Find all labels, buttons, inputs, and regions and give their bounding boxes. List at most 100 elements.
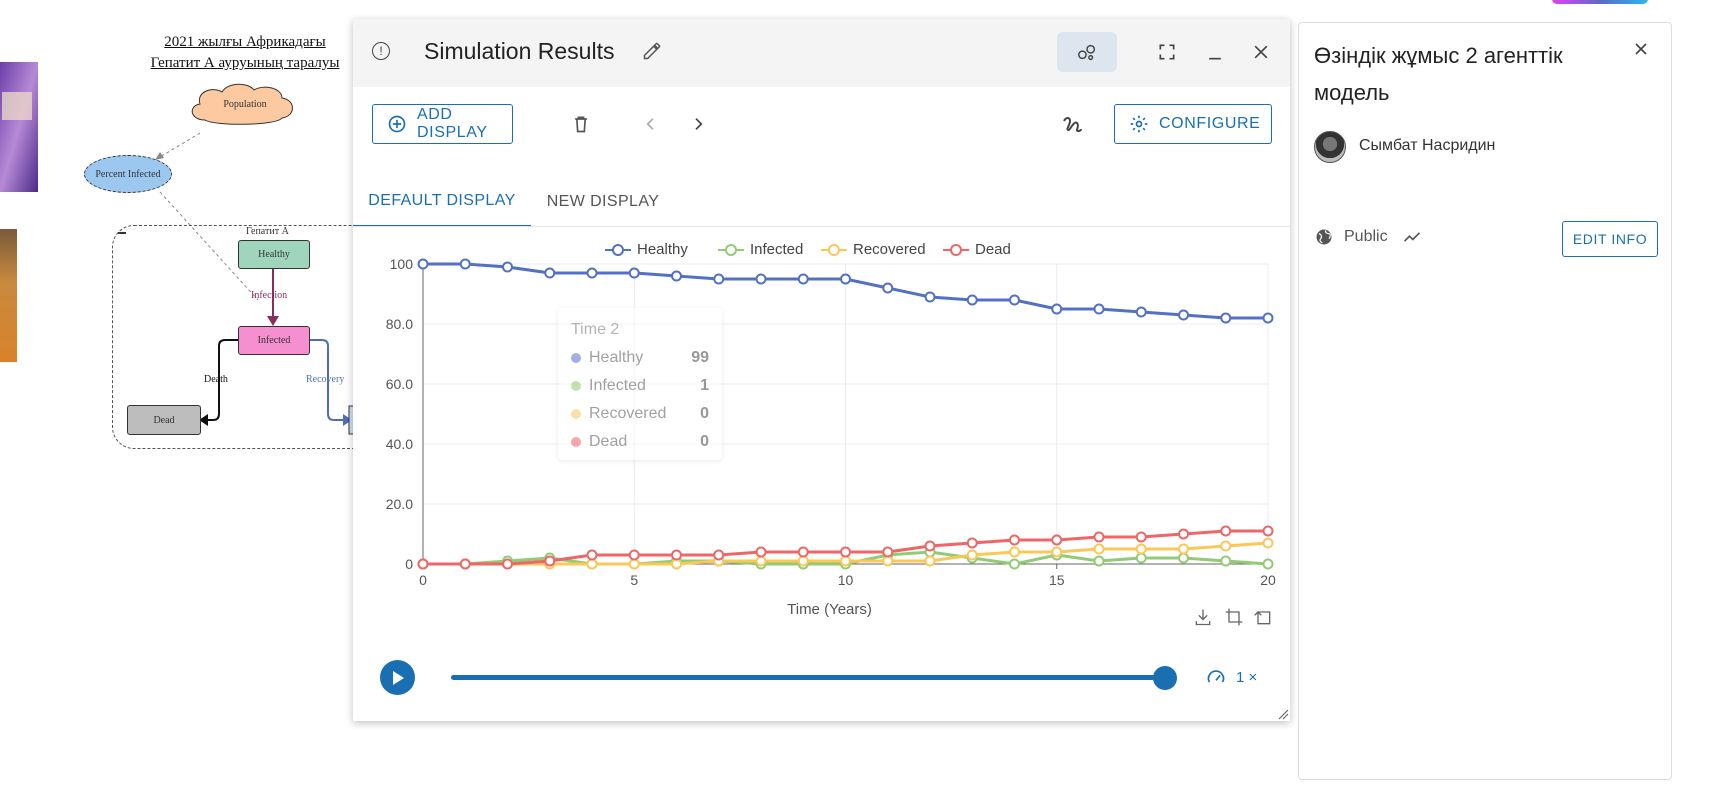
data-point-infected: [1178, 552, 1189, 564]
data-point-dead: [1220, 525, 1232, 537]
tooltip-row-healthy: Healthy 99: [571, 349, 709, 367]
data-point-healthy: [1051, 303, 1063, 315]
data-point-recovered: [586, 558, 598, 570]
data-point-recovered: [882, 555, 894, 567]
top-accent-bar: [1552, 0, 1648, 4]
data-point-infected: [1009, 558, 1020, 570]
data-point-healthy: [417, 258, 429, 270]
speed-control[interactable]: 1 ×: [1206, 667, 1257, 687]
x-axis-title: Time (Years): [787, 601, 872, 618]
visibility-label: Public: [1344, 228, 1388, 245]
state-dead[interactable]: Dead: [127, 405, 201, 435]
flow-label-recovery: Recovery: [306, 374, 345, 385]
zoom-reset-button[interactable]: [1252, 606, 1274, 628]
tooltip-row-value: 1: [700, 377, 709, 394]
data-point-dead: [713, 549, 725, 561]
data-point-recovered: [1051, 546, 1063, 558]
data-point-healthy: [1093, 303, 1105, 315]
time-slider-handle[interactable]: [1153, 666, 1177, 690]
data-point-healthy: [1009, 294, 1020, 306]
data-point-dead: [502, 558, 513, 570]
population-stock[interactable]: Population: [192, 84, 298, 124]
tooltip-row-infected: Infected 1: [571, 377, 709, 395]
data-point-dead: [1135, 531, 1147, 543]
play-button[interactable]: [380, 660, 415, 695]
data-point-dead: [924, 540, 936, 552]
data-point-recovered: [1135, 543, 1147, 555]
state-healthy[interactable]: Healthy: [238, 240, 310, 269]
data-point-healthy: [586, 267, 598, 279]
y-tick-label: 20.0: [386, 496, 413, 512]
data-point-dead: [417, 558, 429, 570]
data-point-healthy: [1220, 312, 1232, 324]
data-point-healthy: [755, 273, 767, 285]
data-point-healthy: [502, 261, 513, 273]
tooltip-row-value: 99: [691, 349, 709, 366]
data-point-healthy: [1135, 306, 1147, 318]
data-point-dead: [628, 549, 640, 561]
y-tick-label: 80.0: [386, 316, 413, 332]
data-point-recovered: [1009, 546, 1020, 558]
close-panel-button[interactable]: [1631, 39, 1651, 64]
tooltip-row-label: Dead: [589, 433, 628, 450]
tooltip-row-value: 0: [700, 405, 709, 422]
data-point-recovered: [924, 555, 936, 567]
speed-value: 1 ×: [1236, 668, 1258, 686]
y-tick-label: 40.0: [386, 436, 413, 452]
data-point-recovered: [1093, 543, 1105, 555]
data-point-recovered: [1178, 543, 1189, 555]
y-tick-label: 100: [390, 256, 414, 272]
tooltip-row-label: Infected: [589, 377, 646, 394]
data-point-dead: [1178, 528, 1189, 540]
download-chart-button[interactable]: [1192, 606, 1214, 628]
globe-icon: [1316, 229, 1332, 245]
data-point-recovered: [797, 555, 809, 567]
data-point-healthy: [628, 267, 640, 279]
close-icon: [1635, 43, 1647, 55]
data-point-healthy: [544, 267, 556, 279]
tooltip-row-value: 0: [700, 433, 709, 450]
data-point-healthy: [1178, 309, 1189, 321]
data-point-healthy: [459, 258, 471, 270]
percent-infected-variable[interactable]: Percent Infected: [84, 155, 172, 193]
resize-handle-icon[interactable]: [1277, 708, 1289, 720]
data-point-healthy: [840, 273, 851, 285]
x-tick-label: 10: [838, 572, 854, 588]
tooltip-row-label: Healthy: [589, 349, 644, 366]
tooltip-dot: [571, 381, 581, 391]
data-point-recovered: [755, 555, 767, 567]
data-point-infected: [1093, 555, 1105, 567]
data-point-recovered: [1262, 537, 1274, 549]
data-point-dead: [1262, 525, 1274, 537]
data-point-recovered: [671, 558, 682, 570]
tooltip-row-recovered: Recovered 0: [571, 405, 709, 423]
tooltip-title: Time 2: [571, 321, 620, 338]
simulation-results-window[interactable]: ! Simulation Results ADD DISPLAY CONFIGU…: [353, 19, 1290, 721]
author-name[interactable]: Сымбат Насридин: [1359, 137, 1495, 155]
model-diagram-canvas[interactable]: 2021 жылғы Африкадағы Гепатит А ауруының…: [0, 0, 374, 470]
time-slider-track[interactable]: [451, 675, 1165, 680]
zoom-area-button[interactable]: [1223, 606, 1245, 628]
avatar[interactable]: [1314, 131, 1346, 163]
tooltip-dot: [571, 437, 581, 447]
data-point-dead: [671, 549, 682, 561]
y-tick-label: 60.0: [386, 376, 413, 392]
x-tick-label: 20: [1260, 572, 1276, 588]
reset-zoom-icon: [1254, 611, 1271, 625]
data-point-infected: [1135, 552, 1147, 564]
line-chart[interactable]: 020.040.060.080.01000 5 10 15 20: [353, 19, 1290, 619]
state-infected[interactable]: Infected: [238, 326, 310, 355]
data-point-dead: [797, 546, 809, 558]
edit-info-button[interactable]: EDIT INFO: [1562, 221, 1658, 257]
data-point-dead: [586, 549, 598, 561]
data-point-dead: [966, 537, 978, 549]
model-info-panel: Өзіндік жұмыс 2 агенттік модель Сымбат Н…: [1298, 22, 1672, 780]
visibility-row: Public: [1314, 227, 1422, 247]
tooltip-dot: [571, 353, 581, 363]
data-point-healthy: [671, 270, 682, 282]
data-point-infected: [1220, 555, 1232, 567]
model-title: Өзіндік жұмыс 2 агенттік модель: [1314, 43, 1563, 105]
tooltip-row-label: Recovered: [589, 405, 667, 422]
data-point-healthy: [966, 294, 978, 306]
agent-group-label: Гепатит А: [246, 226, 289, 237]
